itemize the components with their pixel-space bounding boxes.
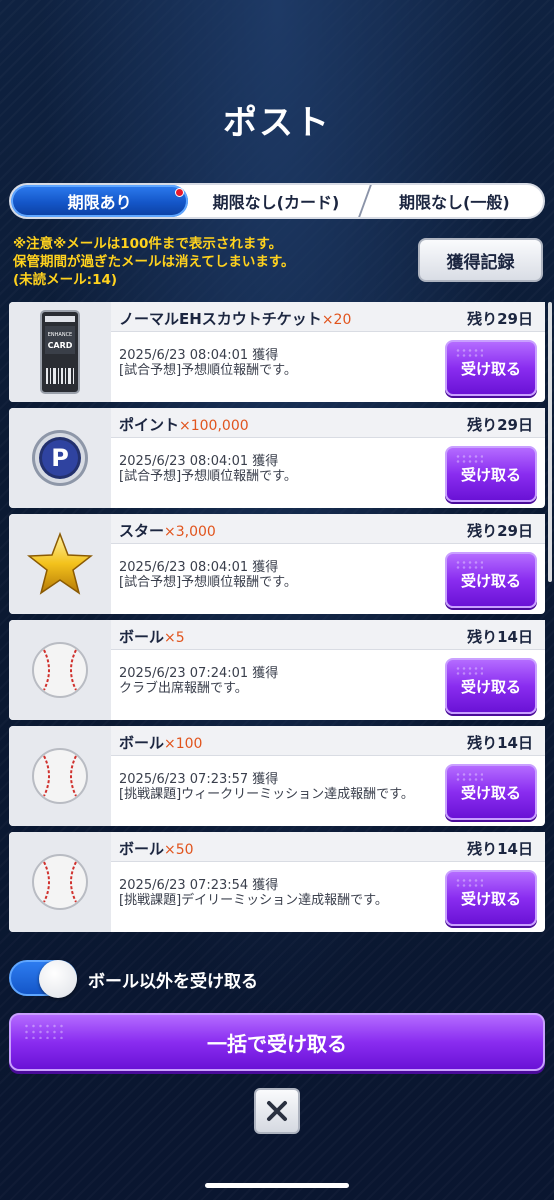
item-icon-cell [9, 514, 111, 614]
item-quantity: ×100 [164, 736, 203, 752]
baseball-icon [32, 642, 88, 698]
tab-with-expiry[interactable]: 期限あり [11, 185, 189, 217]
item-header: スター×3,000 残り29日 [111, 514, 545, 544]
item-name: ボール×50 [119, 840, 194, 858]
days-remaining: 残り29日 [467, 416, 533, 434]
enhance-card-icon: ENHANCE CARD [40, 310, 80, 394]
item-icon-cell: P [9, 408, 111, 508]
mail-item: ボール×5 残り14日 2025/6/23 07:24:01 獲得 クラブ出席報… [9, 620, 545, 720]
tab-label: 期限あり [67, 193, 132, 212]
item-name: ポイント×100,000 [119, 416, 249, 434]
days-remaining: 残り14日 [467, 840, 533, 858]
item-body: ノーマルEHスカウトチケット×20 残り29日 2025/6/23 08:04:… [111, 302, 545, 402]
svg-text:P: P [51, 444, 69, 472]
baseball-icon [32, 748, 88, 804]
item-header: ノーマルEHスカウトチケット×20 残り29日 [111, 302, 545, 332]
mail-item: ボール×50 残り14日 2025/6/23 07:23:54 獲得 [挑戦課題… [9, 832, 545, 932]
item-header: ポイント×100,000 残り29日 [111, 408, 545, 438]
item-description: [試合予想]予想順位報酬です。 [119, 575, 297, 590]
item-icon-cell [9, 620, 111, 720]
tab-label: 期限なし(一般) [399, 193, 510, 212]
item-body: ポイント×100,000 残り29日 2025/6/23 08:04:01 獲得… [111, 408, 545, 508]
days-remaining: 残り29日 [467, 522, 533, 540]
unread-badge [175, 188, 185, 197]
tab-no-expiry-card[interactable]: 期限なし(カード) [188, 185, 363, 217]
mail-item: ボール×100 残り14日 2025/6/23 07:23:57 獲得 [挑戦課… [9, 726, 545, 826]
item-description: クラブ出席報酬です。 [119, 681, 248, 696]
item-header: ボール×5 残り14日 [111, 620, 545, 650]
receive-button[interactable]: 受け取る [445, 658, 537, 714]
days-remaining: 残り29日 [467, 310, 533, 328]
received-date: 2025/6/23 07:23:57 獲得 [119, 772, 279, 787]
receive-all-button[interactable]: 一括で受け取る [9, 1013, 545, 1071]
item-quantity: ×50 [164, 842, 194, 858]
toggle-knob [39, 960, 77, 998]
receive-button[interactable]: 受け取る [445, 870, 537, 926]
acquisition-history-button[interactable]: 獲得記録 [418, 238, 543, 282]
item-quantity: ×100,000 [179, 418, 249, 434]
gold-star-icon [27, 532, 93, 595]
received-date: 2025/6/23 07:24:01 獲得 [119, 666, 279, 681]
close-icon [267, 1101, 287, 1121]
item-quantity: ×3,000 [164, 524, 216, 540]
item-name: ノーマルEHスカウトチケット×20 [119, 310, 352, 328]
item-body: ボール×50 残り14日 2025/6/23 07:23:54 獲得 [挑戦課題… [111, 832, 545, 932]
item-body: ボール×100 残り14日 2025/6/23 07:23:57 獲得 [挑戦課… [111, 726, 545, 826]
mail-list[interactable]: ENHANCE CARD ノーマルEHスカウトチケット×20 残り29日 202… [9, 302, 545, 934]
notice-line: ※注意※メールは100件まで表示されます。 [13, 236, 283, 252]
item-header: ボール×100 残り14日 [111, 726, 545, 756]
received-date: 2025/6/23 08:04:01 獲得 [119, 454, 279, 469]
received-date: 2025/6/23 07:23:54 獲得 [119, 878, 279, 893]
receive-button[interactable]: 受け取る [445, 340, 537, 396]
receive-button[interactable]: 受け取る [445, 446, 537, 502]
received-date: 2025/6/23 08:04:01 獲得 [119, 348, 279, 363]
tab-no-expiry-general[interactable]: 期限なし(一般) [366, 185, 543, 217]
mail-item: P ポイント×100,000 残り29日 2025/6/23 08:04:01 … [9, 408, 545, 508]
days-remaining: 残り14日 [467, 628, 533, 646]
item-body: ボール×5 残り14日 2025/6/23 07:24:01 獲得 クラブ出席報… [111, 620, 545, 720]
notice-text: ※注意※メールは100件まで表示されます。 保管期間が過ぎたメールは消えてしまい… [13, 235, 393, 289]
item-name: ボール×5 [119, 628, 185, 646]
receive-button[interactable]: 受け取る [445, 764, 537, 820]
received-date: 2025/6/23 08:04:01 獲得 [119, 560, 279, 575]
toggle-label: ボール以外を受け取る [88, 972, 258, 992]
item-name: スター×3,000 [119, 522, 216, 540]
item-icon-cell: ENHANCE CARD [9, 302, 111, 402]
tab-label: 期限なし(カード) [212, 193, 340, 212]
item-quantity: ×5 [164, 630, 185, 646]
item-description: [挑戦課題]ウィークリーミッション達成報酬です。 [119, 787, 414, 802]
svg-text:CARD: CARD [48, 341, 73, 350]
item-description: [挑戦課題]デイリーミッション達成報酬です。 [119, 893, 388, 908]
baseball-icon [32, 854, 88, 910]
item-header: ボール×50 残り14日 [111, 832, 545, 862]
unread-count: (未読メール:14) [13, 272, 118, 288]
notice-line: 保管期間が過ぎたメールは消えてしまいます。 [13, 254, 295, 270]
item-icon-cell [9, 726, 111, 826]
page-title: ポスト [223, 103, 331, 143]
list-scrollbar[interactable] [548, 302, 552, 582]
tab-bar: 期限あり 期限なし(カード) 期限なし(一般) [9, 183, 545, 219]
receive-button[interactable]: 受け取る [445, 552, 537, 608]
item-body: スター×3,000 残り29日 2025/6/23 08:04:01 獲得 [試… [111, 514, 545, 614]
svg-text:ENHANCE: ENHANCE [48, 332, 72, 338]
item-name: ボール×100 [119, 734, 203, 752]
item-description: [試合予想]予想順位報酬です。 [119, 469, 297, 484]
home-indicator [205, 1183, 349, 1188]
mail-item: スター×3,000 残り29日 2025/6/23 08:04:01 獲得 [試… [9, 514, 545, 614]
close-button[interactable] [254, 1088, 300, 1134]
days-remaining: 残り14日 [467, 734, 533, 752]
item-description: [試合予想]予想順位報酬です。 [119, 363, 297, 378]
point-coin-icon: P [32, 430, 88, 486]
item-icon-cell [9, 832, 111, 932]
mail-item: ENHANCE CARD ノーマルEHスカウトチケット×20 残り29日 202… [9, 302, 545, 402]
receive-non-ball-toggle[interactable] [9, 960, 77, 998]
item-quantity: ×20 [321, 312, 352, 328]
